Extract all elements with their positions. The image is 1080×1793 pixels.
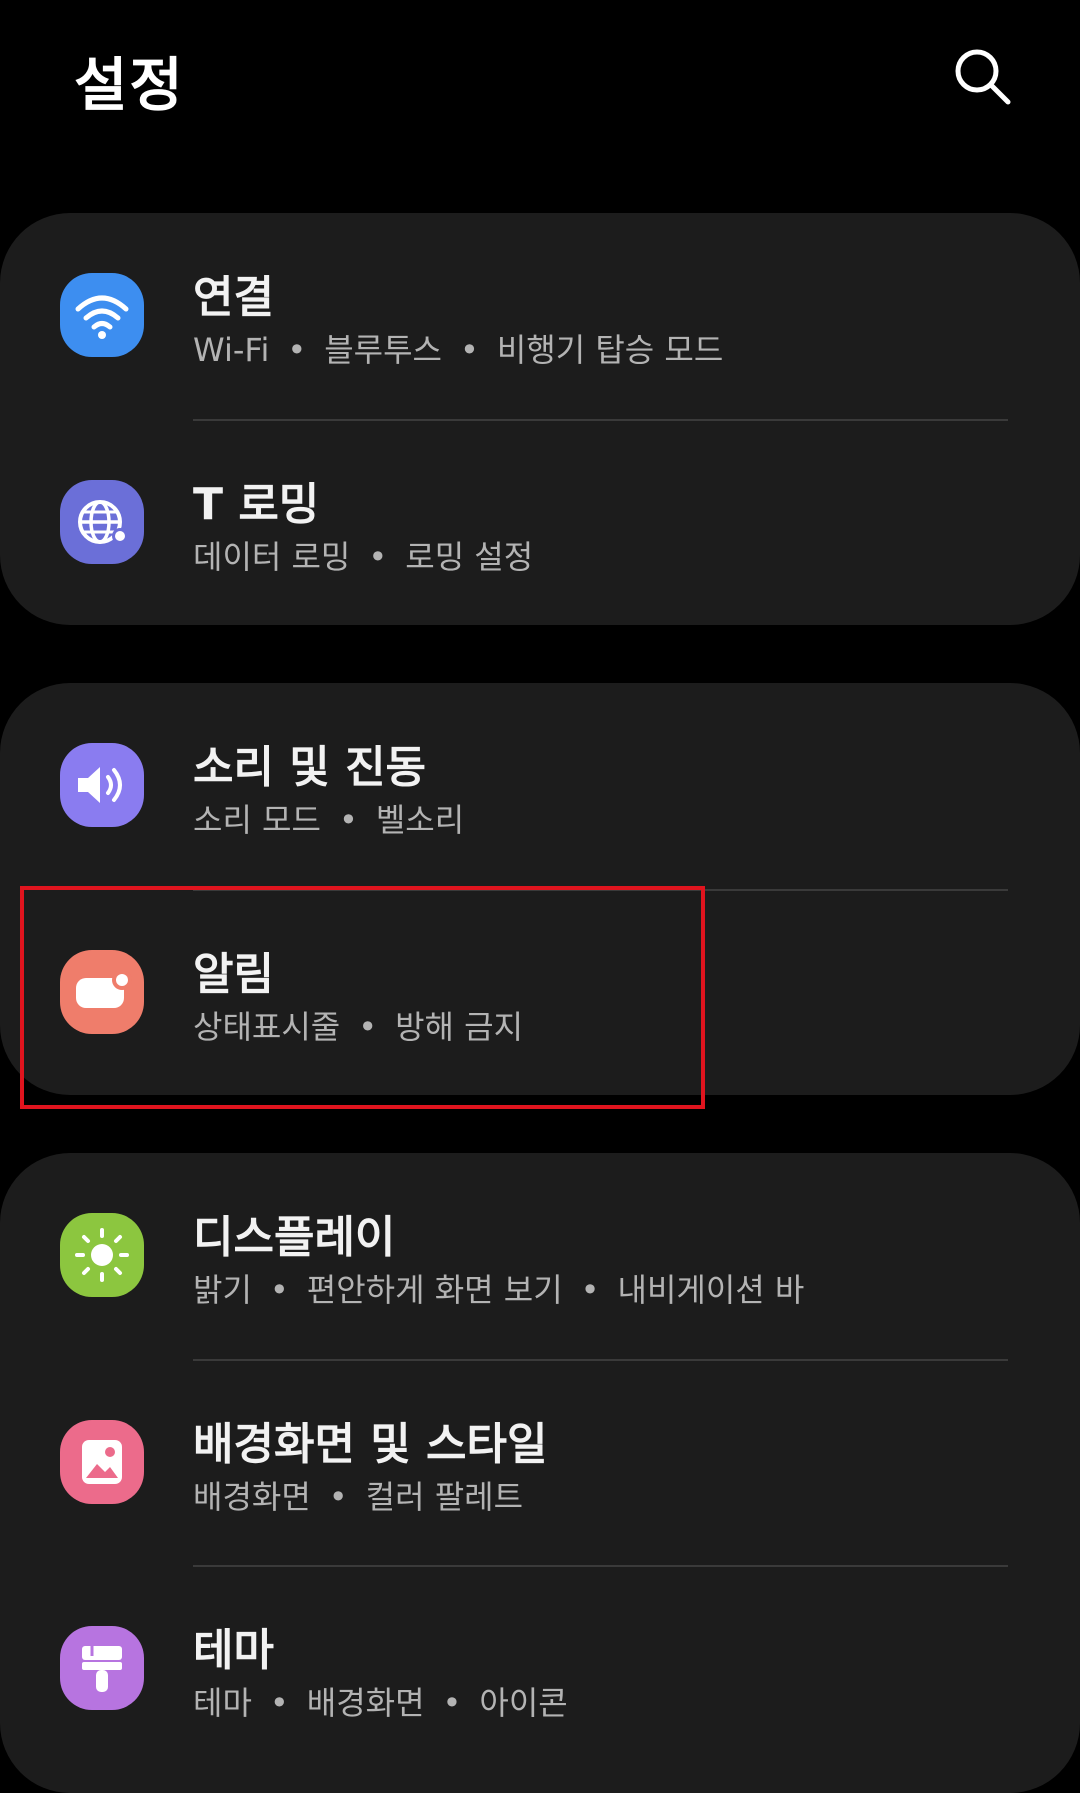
- subtitle-part: 편안하게 화면 보기: [306, 1271, 563, 1309]
- settings-group-1: 연결 Wi-Fi • 블루투스 • 비행기 탑승 모드 T 로밍 데이터 로밍 • 로밍 설…: [0, 213, 1080, 625]
- subtitle-part: 소리 모드: [193, 801, 321, 839]
- search-button[interactable]: [950, 44, 1014, 108]
- subtitle-part: 로밍 설정: [405, 538, 534, 576]
- item-subtitle: 데이터 로밍 • 로밍 설정: [193, 532, 533, 578]
- item-title: 배경화면 및 스타일: [193, 1419, 548, 1470]
- globe-icon: [78, 500, 128, 544]
- item-subtitle: 상태표시줄 • 방해 금지: [193, 1002, 523, 1048]
- wifi-icon: [75, 295, 129, 339]
- speaker-icon-tile: [60, 743, 144, 827]
- image-icon: [82, 1440, 122, 1484]
- globe-icon-tile: [60, 480, 144, 564]
- subtitle-part: Wi-Fi: [193, 331, 270, 369]
- paintbrush-icon-tile: [60, 1626, 144, 1710]
- settings-item-sound[interactable]: 소리 및 진동 소리 모드 • 벨소리: [0, 683, 1080, 888]
- separator-dot: •: [269, 1271, 289, 1309]
- subtitle-part: 비행기 탑승 모드: [496, 331, 724, 369]
- separator-dot: •: [580, 1271, 600, 1309]
- notification-icon: [76, 970, 132, 1008]
- subtitle-part: 벨소리: [375, 801, 465, 839]
- item-subtitle: Wi-Fi • 블루투스 • 비행기 탑승 모드: [193, 325, 723, 371]
- image-icon-tile: [60, 1420, 144, 1504]
- subtitle-part: 배경화면: [193, 1478, 311, 1516]
- settings-group-2: 소리 및 진동 소리 모드 • 벨소리 알림 상태표시줄 • 방해 금지: [0, 683, 1080, 1095]
- subtitle-part: 컬러 팔레트: [365, 1478, 524, 1516]
- item-title: T 로밍: [193, 479, 320, 530]
- search-icon: [955, 49, 1011, 105]
- separator-dot: •: [442, 1684, 462, 1722]
- item-subtitle: 배경화면 • 컬러 팔레트: [193, 1472, 523, 1518]
- subtitle-part: 방해 금지: [395, 1008, 524, 1046]
- separator-dot: •: [287, 331, 307, 369]
- speaker-icon: [78, 767, 122, 803]
- settings-item-wallpaper-style[interactable]: 배경화면 및 스타일 배경화면 • 컬러 팔레트: [0, 1360, 1080, 1565]
- item-title: 소리 및 진동: [193, 742, 427, 793]
- settings-item-themes[interactable]: 테마 테마 • 배경화면 • 아이콘: [0, 1566, 1080, 1771]
- item-title: 알림: [193, 949, 274, 1000]
- subtitle-part: 밝기: [193, 1271, 252, 1309]
- subtitle-part: 데이터 로밍: [193, 538, 351, 576]
- settings-item-display[interactable]: 디스플레이 밝기 • 편안하게 화면 보기 • 내비게이션 바: [0, 1153, 1080, 1358]
- item-title: 연결: [193, 272, 274, 323]
- item-subtitle: 테마 • 배경화면 • 아이콘: [193, 1678, 568, 1724]
- settings-group-3: 디스플레이 밝기 • 편안하게 화면 보기 • 내비게이션 바 배경화면 및 스타일 배…: [0, 1153, 1080, 1793]
- item-title: 디스플레이: [193, 1212, 396, 1263]
- notification-icon-tile: [60, 950, 144, 1034]
- item-title: 테마: [193, 1625, 274, 1676]
- subtitle-part: 아이콘: [479, 1684, 568, 1722]
- separator-dot: •: [358, 1008, 378, 1046]
- paintbrush-icon: [82, 1646, 122, 1692]
- separator-dot: •: [459, 331, 479, 369]
- item-subtitle: 밝기 • 편안하게 화면 보기 • 내비게이션 바: [193, 1265, 804, 1311]
- separator-dot: •: [368, 538, 388, 576]
- item-subtitle: 소리 모드 • 벨소리: [193, 795, 464, 841]
- separator-dot: •: [328, 1478, 348, 1516]
- subtitle-part: 테마: [193, 1684, 252, 1722]
- page-title: 설정: [74, 51, 185, 119]
- separator-dot: •: [269, 1684, 289, 1722]
- sun-icon-tile: [60, 1213, 144, 1297]
- wifi-icon-tile: [60, 273, 144, 357]
- subtitle-part: 블루투스: [324, 331, 442, 369]
- app-header: 설정: [0, 0, 1080, 170]
- subtitle-part: 배경화면: [306, 1684, 425, 1722]
- sun-icon: [75, 1228, 129, 1282]
- subtitle-part: 상태표시줄: [193, 1008, 341, 1046]
- settings-item-t-roaming[interactable]: T 로밍 데이터 로밍 • 로밍 설정: [0, 420, 1080, 625]
- settings-item-notifications[interactable]: 알림 상태표시줄 • 방해 금지: [0, 890, 1080, 1095]
- subtitle-part: 내비게이션 바: [617, 1271, 805, 1309]
- settings-item-connections[interactable]: 연결 Wi-Fi • 블루투스 • 비행기 탑승 모드: [0, 213, 1080, 418]
- separator-dot: •: [338, 801, 358, 839]
